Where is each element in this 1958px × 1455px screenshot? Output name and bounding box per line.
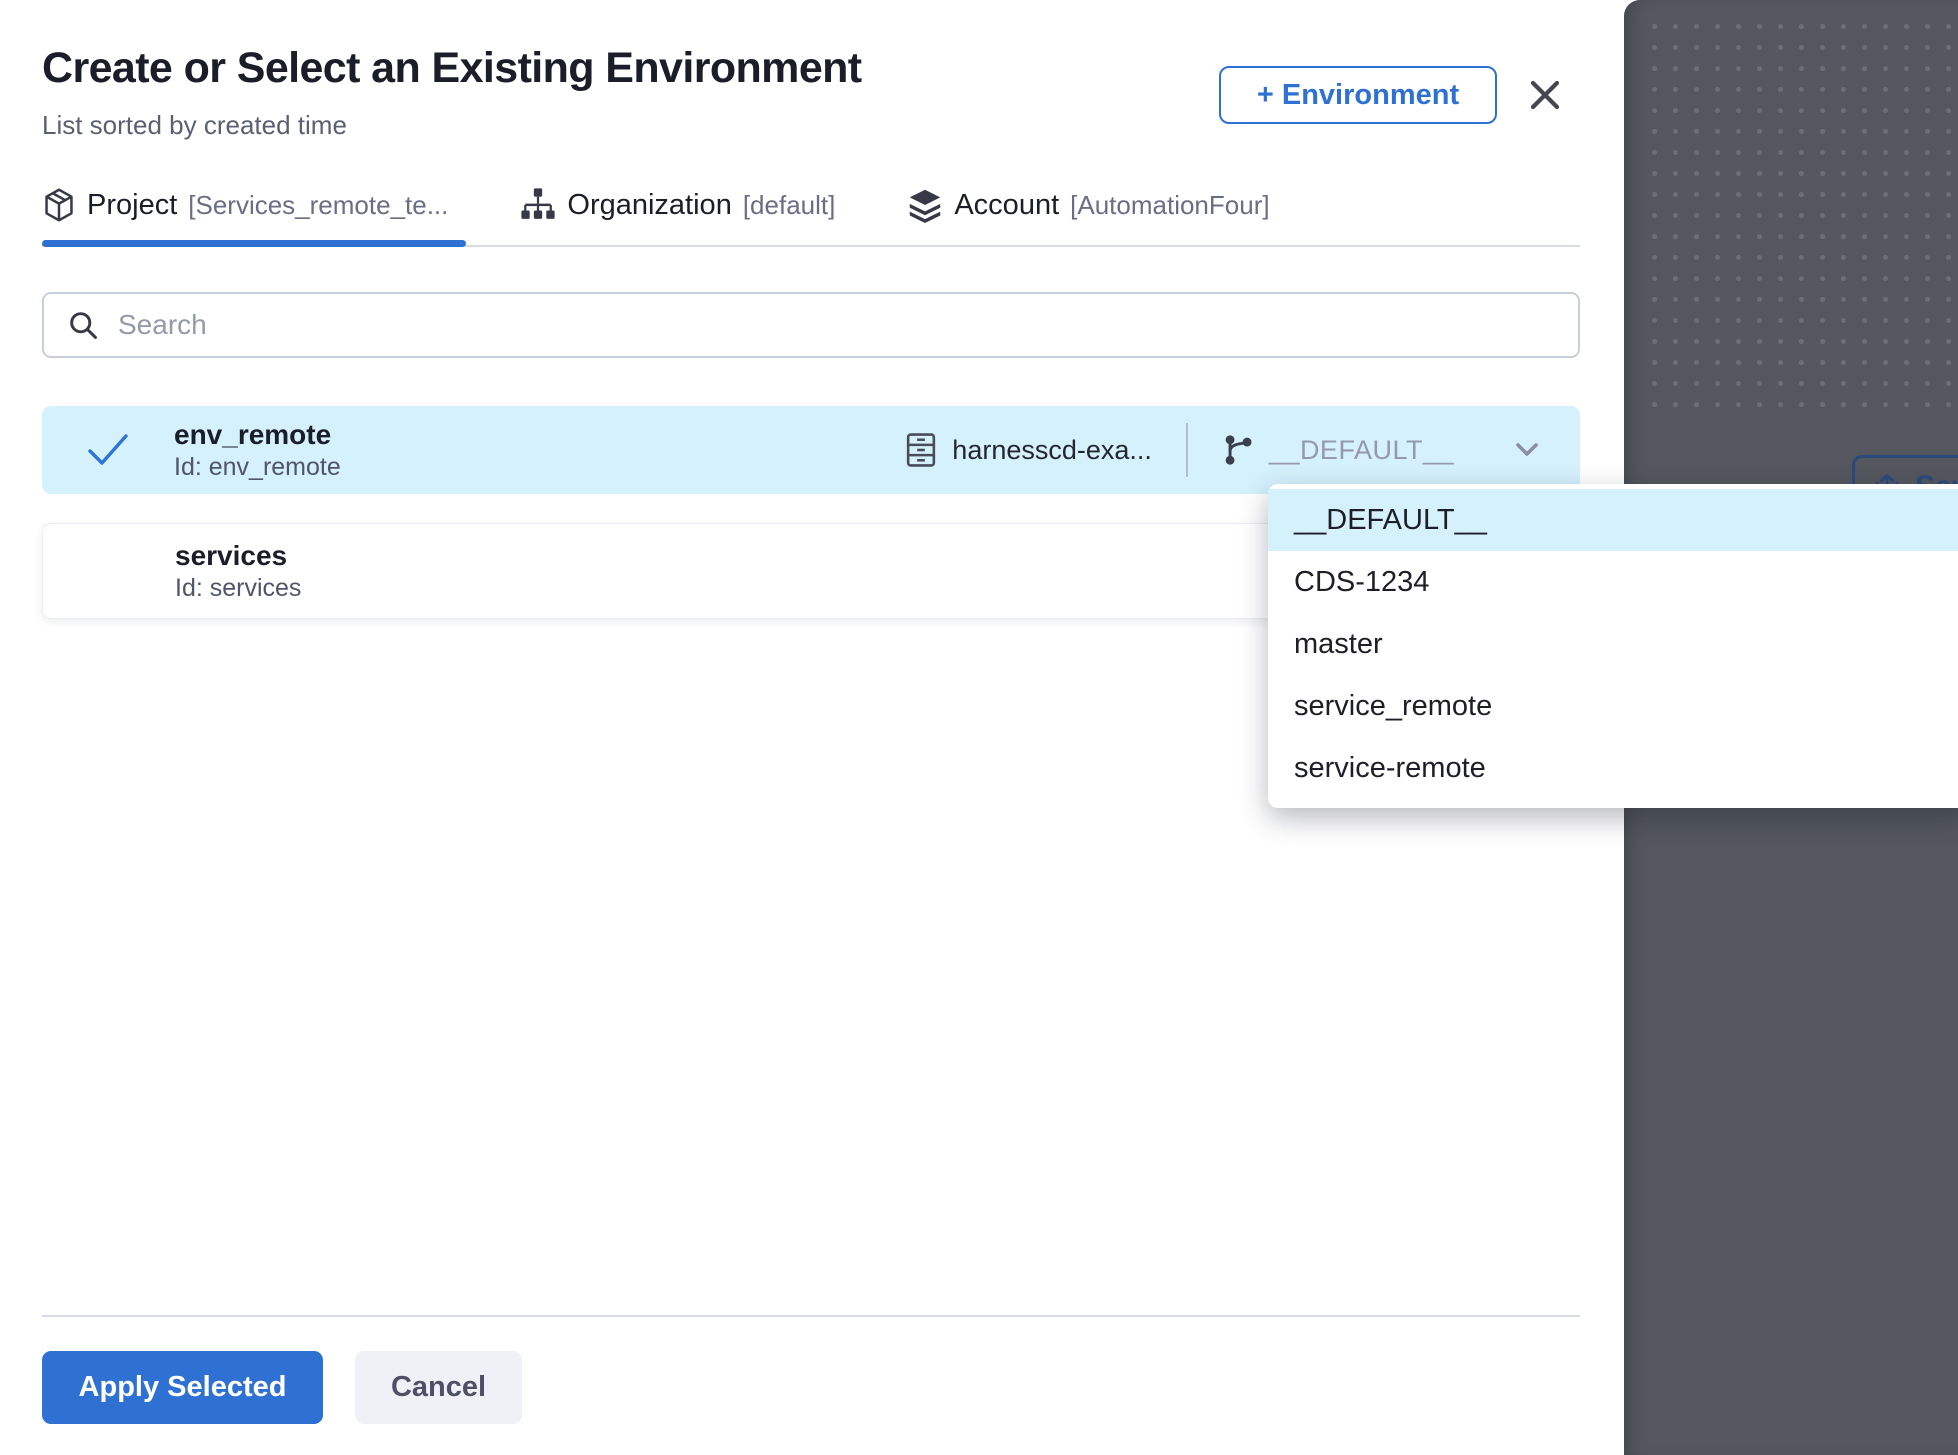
tab-scope: [Services_remote_te... xyxy=(188,190,448,221)
new-environment-button[interactable]: + Environment xyxy=(1219,66,1497,124)
footer-divider xyxy=(42,1315,1580,1317)
branch-option-master[interactable]: master xyxy=(1268,613,1958,675)
tab-label: Organization xyxy=(567,189,731,222)
branch-option-cds-1234[interactable]: CDS-1234 xyxy=(1268,551,1958,613)
page-title: Create or Select an Existing Environment xyxy=(42,44,862,93)
tab-project[interactable]: Project [Services_remote_te... xyxy=(42,187,448,223)
tab-label: Account xyxy=(954,189,1059,222)
vertical-divider xyxy=(1186,423,1188,477)
branch-option-service-dash-remote[interactable]: service-remote xyxy=(1268,737,1958,799)
apply-selected-button[interactable]: Apply Selected xyxy=(42,1351,323,1424)
search-box xyxy=(42,292,1580,358)
branch-option-default[interactable]: __DEFAULT__ xyxy=(1268,489,1958,551)
repository-icon xyxy=(904,432,938,468)
scope-tabs: Project [Services_remote_te... Organizat… xyxy=(42,176,1270,234)
org-chart-icon xyxy=(520,187,556,223)
close-button[interactable] xyxy=(1522,72,1568,118)
search-icon xyxy=(66,308,100,342)
environment-name: services xyxy=(175,541,301,570)
check-icon xyxy=(82,430,134,470)
environment-id: Id: env_remote xyxy=(174,454,341,480)
search-input[interactable] xyxy=(116,308,1556,342)
sort-hint-text: List sorted by created time xyxy=(42,110,347,141)
branch-dropdown-menu: __DEFAULT__ CDS-1234 master service_remo… xyxy=(1268,484,1958,808)
chevron-down-icon[interactable] xyxy=(1512,440,1542,460)
branch-option-service-underscore-remote[interactable]: service_remote xyxy=(1268,675,1958,737)
tab-label: Project xyxy=(87,189,177,222)
tab-organization[interactable]: Organization [default] xyxy=(520,187,835,223)
close-icon xyxy=(1526,76,1564,114)
branch-selector-value[interactable]: __DEFAULT__ xyxy=(1269,435,1454,466)
tab-account[interactable]: Account [AutomationFour] xyxy=(907,187,1269,223)
environment-row-env-remote[interactable]: env_remote Id: env_remote harnesscd-exa.… xyxy=(42,406,1580,494)
tab-scope: [AutomationFour] xyxy=(1070,190,1269,221)
cube-icon xyxy=(42,187,76,223)
git-branch-icon xyxy=(1222,433,1254,467)
layers-icon xyxy=(907,187,943,223)
cancel-button[interactable]: Cancel xyxy=(355,1351,522,1424)
canvas-dot-grid xyxy=(1638,10,1958,414)
tab-scope: [default] xyxy=(743,190,836,221)
environment-id: Id: services xyxy=(175,575,301,601)
active-tab-indicator xyxy=(42,240,466,247)
repository-name: harnesscd-exa... xyxy=(952,435,1152,466)
environment-name: env_remote xyxy=(174,420,341,449)
